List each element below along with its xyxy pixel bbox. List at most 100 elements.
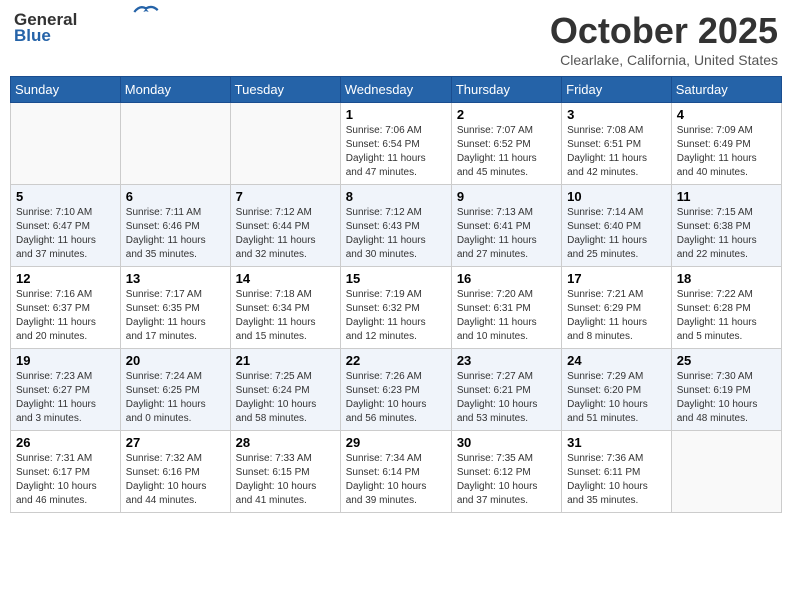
day-number: 24 <box>567 353 666 368</box>
header-friday: Friday <box>562 77 672 103</box>
day-info: Sunrise: 7:34 AM Sunset: 6:14 PM Dayligh… <box>346 452 446 508</box>
table-row: 14 Sunrise: 7:18 AM Sunset: 6:34 PM Dayli… <box>230 267 340 349</box>
day-info: Sunrise: 7:12 AM Sunset: 6:43 PM Dayligh… <box>346 206 446 262</box>
day-number: 28 <box>236 435 335 450</box>
day-number: 12 <box>16 271 115 286</box>
page-header: General Blue October 2025 Clearlake, Cal… <box>10 10 782 68</box>
day-number: 7 <box>236 189 335 204</box>
header-sunday: Sunday <box>11 77 121 103</box>
table-row: 10Sunrise: 7:14 AM Sunset: 6:40 PM Dayli… <box>562 185 672 267</box>
day-number: 18 <box>677 271 776 286</box>
day-info: Sunrise: 7:18 AM Sunset: 6:34 PM Dayligh… <box>236 288 335 344</box>
table-row: 20 Sunrise: 7:24 AM Sunset: 6:25 PM Dayli… <box>120 349 230 431</box>
day-number: 8 <box>346 189 446 204</box>
table-row: 11 Sunrise: 7:15 AM Sunset: 6:38 PM Dayli… <box>671 185 781 267</box>
day-info: Sunrise: 7:08 AM Sunset: 6:51 PM Dayligh… <box>567 124 666 180</box>
table-row: 31 Sunrise: 7:36 AM Sunset: 6:11 PM Dayli… <box>562 431 672 513</box>
header-thursday: Thursday <box>451 77 561 103</box>
day-number: 11 <box>677 189 776 204</box>
day-info: Sunrise: 7:25 AM Sunset: 6:24 PM Dayligh… <box>236 370 335 426</box>
table-row: 28 Sunrise: 7:33 AM Sunset: 6:15 PM Dayli… <box>230 431 340 513</box>
table-row: 13 Sunrise: 7:17 AM Sunset: 6:35 PM Dayli… <box>120 267 230 349</box>
table-row: 18Sunrise: 7:22 AM Sunset: 6:28 PM Dayli… <box>671 267 781 349</box>
table-row: 29 Sunrise: 7:34 AM Sunset: 6:14 PM Dayli… <box>340 431 451 513</box>
day-info: Sunrise: 7:29 AM Sunset: 6:20 PM Dayligh… <box>567 370 666 426</box>
calendar-week-row: 26Sunrise: 7:31 AM Sunset: 6:17 PM Dayli… <box>11 431 782 513</box>
table-row: 21 Sunrise: 7:25 AM Sunset: 6:24 PM Dayli… <box>230 349 340 431</box>
table-row: 1 Sunrise: 7:06 AM Sunset: 6:54 PM Daylig… <box>340 103 451 185</box>
day-info: Sunrise: 7:15 AM Sunset: 6:38 PM Dayligh… <box>677 206 776 262</box>
day-number: 25 <box>677 353 776 368</box>
table-row: 9 Sunrise: 7:13 AM Sunset: 6:41 PM Daylig… <box>451 185 561 267</box>
table-row <box>11 103 121 185</box>
calendar-week-row: 19Sunrise: 7:23 AM Sunset: 6:27 PM Dayli… <box>11 349 782 431</box>
day-number: 16 <box>457 271 556 286</box>
table-row: 8 Sunrise: 7:12 AM Sunset: 6:43 PM Daylig… <box>340 185 451 267</box>
table-row: 27 Sunrise: 7:32 AM Sunset: 6:16 PM Dayli… <box>120 431 230 513</box>
table-row: 5Sunrise: 7:10 AM Sunset: 6:47 PM Daylig… <box>11 185 121 267</box>
day-number: 6 <box>126 189 225 204</box>
day-number: 20 <box>126 353 225 368</box>
table-row: 7 Sunrise: 7:12 AM Sunset: 6:44 PM Daylig… <box>230 185 340 267</box>
day-info: Sunrise: 7:23 AM Sunset: 6:27 PM Dayligh… <box>16 370 115 426</box>
day-info: Sunrise: 7:33 AM Sunset: 6:15 PM Dayligh… <box>236 452 335 508</box>
day-info: Sunrise: 7:17 AM Sunset: 6:35 PM Dayligh… <box>126 288 225 344</box>
logo: General Blue <box>14 10 160 45</box>
table-row: 16 Sunrise: 7:20 AM Sunset: 6:31 PM Dayli… <box>451 267 561 349</box>
day-info: Sunrise: 7:26 AM Sunset: 6:23 PM Dayligh… <box>346 370 446 426</box>
day-number: 13 <box>126 271 225 286</box>
day-number: 27 <box>126 435 225 450</box>
day-number: 21 <box>236 353 335 368</box>
table-row: 24 Sunrise: 7:29 AM Sunset: 6:20 PM Dayli… <box>562 349 672 431</box>
table-row: 4Sunrise: 7:09 AM Sunset: 6:49 PM Daylig… <box>671 103 781 185</box>
day-number: 1 <box>346 107 446 122</box>
header-monday: Monday <box>120 77 230 103</box>
day-info: Sunrise: 7:13 AM Sunset: 6:41 PM Dayligh… <box>457 206 556 262</box>
table-row: 26Sunrise: 7:31 AM Sunset: 6:17 PM Dayli… <box>11 431 121 513</box>
day-number: 23 <box>457 353 556 368</box>
day-number: 26 <box>16 435 115 450</box>
location: Clearlake, California, United States <box>550 52 778 68</box>
day-info: Sunrise: 7:10 AM Sunset: 6:47 PM Dayligh… <box>16 206 115 262</box>
day-info: Sunrise: 7:12 AM Sunset: 6:44 PM Dayligh… <box>236 206 335 262</box>
day-number: 15 <box>346 271 446 286</box>
header-tuesday: Tuesday <box>230 77 340 103</box>
day-info: Sunrise: 7:16 AM Sunset: 6:37 PM Dayligh… <box>16 288 115 344</box>
day-info: Sunrise: 7:20 AM Sunset: 6:31 PM Dayligh… <box>457 288 556 344</box>
table-row: 19Sunrise: 7:23 AM Sunset: 6:27 PM Dayli… <box>11 349 121 431</box>
day-number: 29 <box>346 435 446 450</box>
day-info: Sunrise: 7:30 AM Sunset: 6:19 PM Dayligh… <box>677 370 776 426</box>
table-row: 23 Sunrise: 7:27 AM Sunset: 6:21 PM Dayli… <box>451 349 561 431</box>
day-info: Sunrise: 7:24 AM Sunset: 6:25 PM Dayligh… <box>126 370 225 426</box>
calendar-week-row: 12 Sunrise: 7:16 AM Sunset: 6:37 PM Dayli… <box>11 267 782 349</box>
table-row: 2 Sunrise: 7:07 AM Sunset: 6:52 PM Daylig… <box>451 103 561 185</box>
day-info: Sunrise: 7:36 AM Sunset: 6:11 PM Dayligh… <box>567 452 666 508</box>
calendar-table: Sunday Monday Tuesday Wednesday Thursday… <box>10 76 782 513</box>
table-row <box>230 103 340 185</box>
day-number: 9 <box>457 189 556 204</box>
day-info: Sunrise: 7:07 AM Sunset: 6:52 PM Dayligh… <box>457 124 556 180</box>
day-info: Sunrise: 7:06 AM Sunset: 6:54 PM Dayligh… <box>346 124 446 180</box>
day-number: 17 <box>567 271 666 286</box>
day-info: Sunrise: 7:19 AM Sunset: 6:32 PM Dayligh… <box>346 288 446 344</box>
calendar-header-row: Sunday Monday Tuesday Wednesday Thursday… <box>11 77 782 103</box>
month-title: October 2025 <box>550 10 778 52</box>
day-info: Sunrise: 7:21 AM Sunset: 6:29 PM Dayligh… <box>567 288 666 344</box>
day-number: 30 <box>457 435 556 450</box>
table-row: 15 Sunrise: 7:19 AM Sunset: 6:32 PM Dayli… <box>340 267 451 349</box>
day-info: Sunrise: 7:27 AM Sunset: 6:21 PM Dayligh… <box>457 370 556 426</box>
table-row: 30 Sunrise: 7:35 AM Sunset: 6:12 PM Dayli… <box>451 431 561 513</box>
title-block: October 2025 Clearlake, California, Unit… <box>550 10 778 68</box>
header-saturday: Saturday <box>671 77 781 103</box>
table-row: 25 Sunrise: 7:30 AM Sunset: 6:19 PM Dayli… <box>671 349 781 431</box>
day-number: 31 <box>567 435 666 450</box>
day-info: Sunrise: 7:35 AM Sunset: 6:12 PM Dayligh… <box>457 452 556 508</box>
day-number: 22 <box>346 353 446 368</box>
table-row: 6Sunrise: 7:11 AM Sunset: 6:46 PM Daylig… <box>120 185 230 267</box>
day-info: Sunrise: 7:32 AM Sunset: 6:16 PM Dayligh… <box>126 452 225 508</box>
logo-bird-icon <box>132 3 160 21</box>
day-number: 2 <box>457 107 556 122</box>
day-number: 10 <box>567 189 666 204</box>
calendar-week-row: 1 Sunrise: 7:06 AM Sunset: 6:54 PM Daylig… <box>11 103 782 185</box>
day-number: 14 <box>236 271 335 286</box>
